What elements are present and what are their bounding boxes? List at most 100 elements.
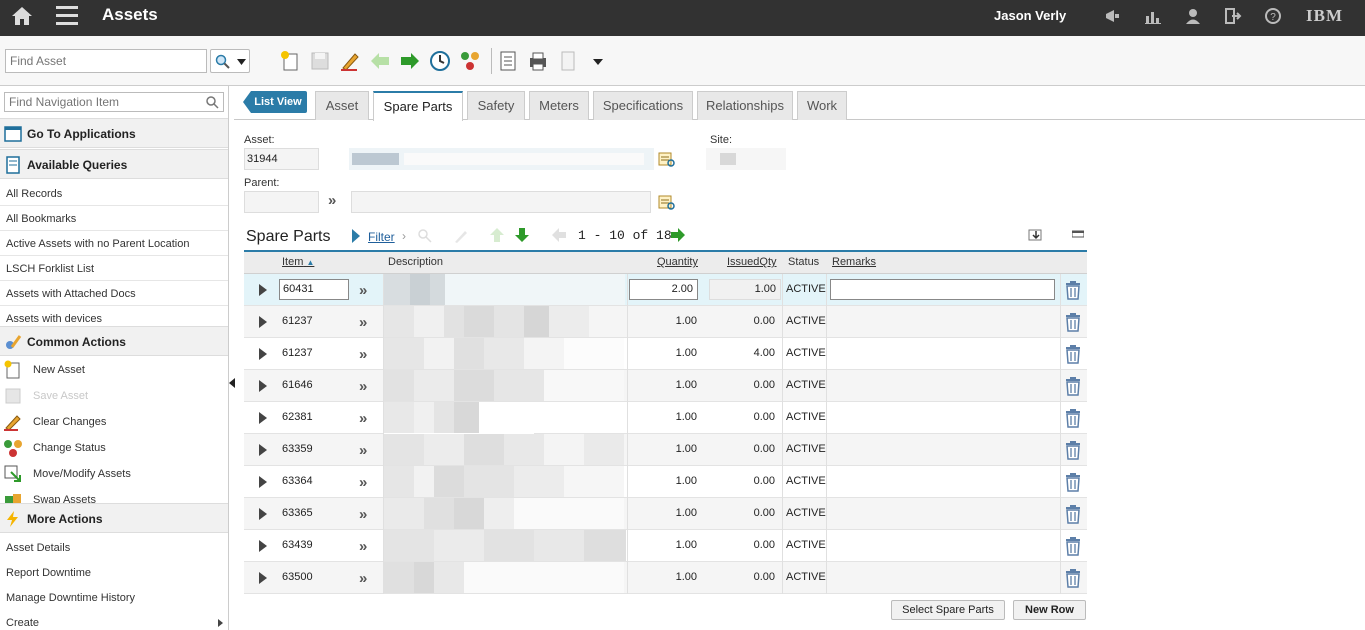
table-row[interactable]: 61646 » 1.00 0.00 ACTIVE (244, 370, 1087, 402)
tab-spare-parts[interactable]: Spare Parts (373, 91, 463, 121)
expand-row-icon[interactable] (259, 572, 267, 584)
table-row[interactable]: 60431 » 2.00 1.00 ACTIVE (244, 274, 1087, 306)
table-row[interactable]: 63439 » 1.00 0.00 ACTIVE (244, 530, 1087, 562)
quantity-input[interactable]: 2.00 (629, 279, 698, 300)
lookup-icon[interactable] (657, 194, 675, 210)
double-chevron-icon[interactable]: » (359, 442, 367, 459)
download-icon[interactable] (1028, 228, 1044, 242)
expand-row-icon[interactable] (259, 540, 267, 552)
tab-work[interactable]: Work (797, 91, 847, 120)
delete-row-icon[interactable] (1064, 376, 1082, 396)
save-icon[interactable] (309, 50, 331, 72)
remarks-input[interactable] (830, 279, 1055, 300)
double-chevron-icon[interactable]: » (359, 538, 367, 555)
action-save-asset[interactable]: Save Asset (0, 383, 228, 409)
filter-link[interactable]: Filter (368, 230, 395, 244)
delete-row-icon[interactable] (1064, 472, 1082, 492)
table-row[interactable]: 61237 » 1.00 0.00 ACTIVE (244, 306, 1087, 338)
delete-row-icon[interactable] (1064, 280, 1082, 300)
menu-icon[interactable] (56, 6, 78, 26)
delete-row-icon[interactable] (1064, 568, 1082, 588)
sort-up-arrow-icon[interactable] (489, 227, 505, 243)
new-row-button[interactable]: New Row (1013, 600, 1086, 620)
expand-row-icon[interactable] (259, 444, 267, 456)
table-row[interactable]: 63359 » 1.00 0.00 ACTIVE (244, 434, 1087, 466)
more-actions-header[interactable]: More Actions (0, 503, 228, 533)
change-status-icon[interactable] (459, 50, 481, 72)
filter-toggle-icon[interactable] (351, 229, 361, 243)
find-asset-input[interactable] (5, 49, 207, 73)
search-icon[interactable] (417, 228, 433, 244)
expand-row-icon[interactable] (259, 412, 267, 424)
tab-safety[interactable]: Safety (467, 91, 525, 120)
action-change-status[interactable]: Change Status (0, 435, 228, 461)
tab-meters[interactable]: Meters (529, 91, 589, 120)
next-arrow-icon[interactable] (399, 50, 421, 72)
report-icon[interactable] (497, 50, 519, 72)
document-icon[interactable] (557, 50, 579, 72)
double-chevron-icon[interactable]: » (359, 410, 367, 427)
item-input[interactable]: 60431 (279, 279, 349, 300)
collapse-table-icon[interactable] (1072, 229, 1084, 239)
logout-icon[interactable] (1224, 7, 1242, 25)
action-new-asset[interactable]: New Asset (0, 357, 228, 383)
expand-row-icon[interactable] (259, 348, 267, 360)
common-actions-header[interactable]: Common Actions (0, 326, 228, 356)
col-quantity[interactable]: Quantity (657, 256, 698, 268)
sort-down-arrow-icon[interactable] (514, 227, 530, 243)
double-chevron-icon[interactable]: » (359, 378, 367, 395)
action-move-modify-assets[interactable]: Move/Modify Assets (0, 461, 228, 487)
col-issued-qty[interactable]: IssuedQty (727, 256, 777, 268)
asset-description-field[interactable] (349, 148, 654, 170)
table-row[interactable]: 63365 » 1.00 0.00 ACTIVE (244, 498, 1087, 530)
double-chevron-icon[interactable]: » (359, 314, 367, 331)
delete-row-icon[interactable] (1064, 504, 1082, 524)
parent-description-field[interactable] (351, 191, 651, 213)
delete-row-icon[interactable] (1064, 344, 1082, 364)
query-all-bookmarks[interactable]: All Bookmarks (0, 206, 228, 231)
expand-row-icon[interactable] (259, 476, 267, 488)
expand-row-icon[interactable] (259, 284, 267, 296)
previous-page-icon[interactable] (551, 227, 567, 243)
double-chevron-icon[interactable]: » (359, 346, 367, 363)
col-item[interactable]: Item ▲ (282, 256, 314, 268)
query-active-assets-no-parent[interactable]: Active Assets with no Parent Location (0, 231, 228, 256)
double-chevron-icon[interactable]: » (359, 474, 367, 491)
more-create[interactable]: Create (0, 610, 228, 630)
go-to-applications[interactable]: Go To Applications (0, 118, 228, 148)
available-queries-header[interactable]: Available Queries (0, 149, 228, 179)
expand-row-icon[interactable] (259, 508, 267, 520)
search-icon[interactable] (205, 95, 219, 109)
delete-row-icon[interactable] (1064, 312, 1082, 332)
delete-row-icon[interactable] (1064, 536, 1082, 556)
more-dropdown-icon[interactable] (587, 50, 609, 72)
query-assets-attached-docs[interactable]: Assets with Attached Docs (0, 281, 228, 306)
list-view-button[interactable]: List View (243, 91, 307, 113)
find-navigation-input[interactable] (4, 92, 224, 112)
site-field[interactable] (706, 148, 786, 170)
select-spare-parts-button[interactable]: Select Spare Parts (891, 600, 1005, 620)
previous-arrow-icon[interactable] (369, 50, 391, 72)
col-remarks[interactable]: Remarks (832, 256, 876, 268)
more-asset-details[interactable]: Asset Details (0, 535, 228, 560)
table-row[interactable]: 62381 » 1.00 0.00 ACTIVE (244, 402, 1087, 464)
chart-icon[interactable] (1144, 7, 1162, 25)
print-icon[interactable] (527, 50, 549, 72)
table-row[interactable]: 63500 » 1.00 0.00 ACTIVE (244, 562, 1087, 594)
delete-row-icon[interactable] (1064, 408, 1082, 428)
asset-field[interactable]: 31944 (244, 148, 319, 170)
more-manage-downtime-history[interactable]: Manage Downtime History (0, 585, 228, 610)
user-name[interactable]: Jason Verly (994, 8, 1066, 23)
new-record-icon[interactable] (279, 50, 301, 72)
table-row[interactable]: 61237 » 1.00 4.00 ACTIVE (244, 338, 1087, 370)
tab-asset[interactable]: Asset (315, 91, 369, 120)
double-chevron-icon[interactable]: » (328, 192, 336, 209)
double-chevron-icon[interactable]: » (359, 506, 367, 523)
next-page-icon[interactable] (670, 227, 686, 243)
tab-relationships[interactable]: Relationships (697, 91, 793, 120)
profile-icon[interactable] (1184, 7, 1202, 25)
action-clear-changes[interactable]: Clear Changes (0, 409, 228, 435)
query-lsch-forklist[interactable]: LSCH Forklist List (0, 256, 228, 281)
expand-row-icon[interactable] (259, 380, 267, 392)
parent-field[interactable] (244, 191, 319, 213)
